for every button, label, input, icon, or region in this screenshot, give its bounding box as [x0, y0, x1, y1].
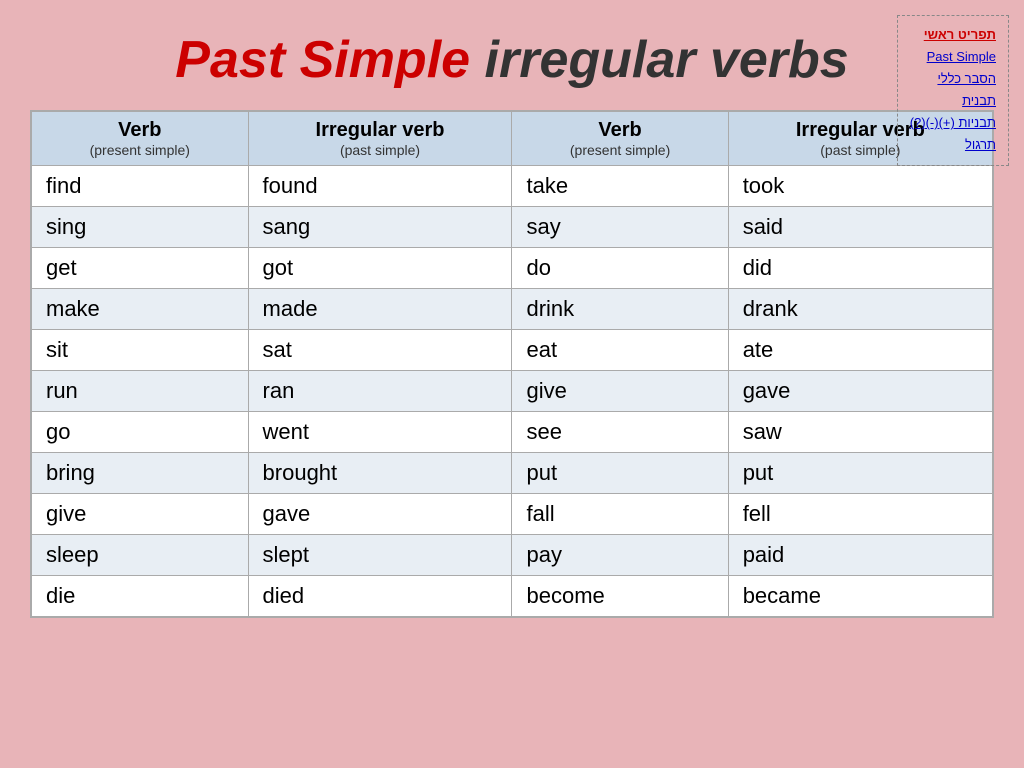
cell-5-2: give	[512, 371, 728, 412]
cell-5-0: run	[31, 371, 248, 412]
cell-1-0: sing	[31, 207, 248, 248]
cell-7-2: put	[512, 453, 728, 494]
col-header-2: Irregular verb (past simple)	[248, 111, 512, 166]
cell-3-2: drink	[512, 289, 728, 330]
cell-0-3: took	[728, 166, 993, 207]
cell-10-2: become	[512, 576, 728, 618]
cell-5-3: gave	[728, 371, 993, 412]
title-part2-text: irregular verbs	[485, 31, 849, 89]
cell-7-0: bring	[31, 453, 248, 494]
cell-9-2: pay	[512, 535, 728, 576]
cell-3-1: made	[248, 289, 512, 330]
cell-3-3: drank	[728, 289, 993, 330]
nav-item-pattern[interactable]: תבנית	[910, 90, 996, 112]
col-header-1: Verb (present simple)	[31, 111, 248, 166]
table-row: sitsateatate	[31, 330, 993, 371]
cell-3-0: make	[31, 289, 248, 330]
cell-6-0: go	[31, 412, 248, 453]
cell-2-0: get	[31, 248, 248, 289]
navigation-box: תפריט ראשי Past Simple הסבר כללי תבנית ת…	[897, 15, 1009, 166]
table-row: makemadedrinkdrank	[31, 289, 993, 330]
table-header-row: Verb (present simple) Irregular verb (pa…	[31, 111, 993, 166]
table-row: sleepsleptpaypaid	[31, 535, 993, 576]
cell-5-1: ran	[248, 371, 512, 412]
table-row: gowentseesaw	[31, 412, 993, 453]
table-row: runrangivegave	[31, 371, 993, 412]
cell-8-3: fell	[728, 494, 993, 535]
cell-4-2: eat	[512, 330, 728, 371]
cell-7-1: brought	[248, 453, 512, 494]
nav-item-explanation[interactable]: הסבר כללי	[910, 68, 996, 90]
page-container: תפריט ראשי Past Simple הסבר כללי תבנית ת…	[0, 0, 1024, 768]
cell-2-2: do	[512, 248, 728, 289]
nav-item-past-simple[interactable]: Past Simple	[910, 46, 996, 68]
table-row: givegavefallfell	[31, 494, 993, 535]
cell-0-2: take	[512, 166, 728, 207]
cell-8-1: gave	[248, 494, 512, 535]
cell-6-1: went	[248, 412, 512, 453]
cell-8-0: give	[31, 494, 248, 535]
cell-6-3: saw	[728, 412, 993, 453]
cell-8-2: fall	[512, 494, 728, 535]
cell-0-0: find	[31, 166, 248, 207]
cell-2-1: got	[248, 248, 512, 289]
cell-10-3: became	[728, 576, 993, 618]
verbs-table: Verb (present simple) Irregular verb (pa…	[30, 110, 994, 618]
cell-4-3: ate	[728, 330, 993, 371]
table-row: singsangsaysaid	[31, 207, 993, 248]
table-row: bringbroughtputput	[31, 453, 993, 494]
table-row: findfoundtaketook	[31, 166, 993, 207]
cell-7-3: put	[728, 453, 993, 494]
cell-4-0: sit	[31, 330, 248, 371]
cell-4-1: sat	[248, 330, 512, 371]
nav-item-patterns-all[interactable]: תבניות (+)(-)(?)	[910, 112, 996, 134]
cell-9-0: sleep	[31, 535, 248, 576]
cell-2-3: did	[728, 248, 993, 289]
nav-item-main[interactable]: תפריט ראשי	[924, 27, 996, 42]
cell-10-1: died	[248, 576, 512, 618]
cell-9-3: paid	[728, 535, 993, 576]
cell-0-1: found	[248, 166, 512, 207]
title-part1: Past Simple	[175, 31, 470, 89]
page-title: Past Simple irregular verbs	[30, 30, 994, 90]
nav-item-practice[interactable]: תרגול	[910, 134, 996, 156]
table-row: getgotdodid	[31, 248, 993, 289]
cell-1-3: said	[728, 207, 993, 248]
cell-6-2: see	[512, 412, 728, 453]
cell-10-0: die	[31, 576, 248, 618]
cell-9-1: slept	[248, 535, 512, 576]
cell-1-1: sang	[248, 207, 512, 248]
cell-1-2: say	[512, 207, 728, 248]
col-header-3: Verb (present simple)	[512, 111, 728, 166]
table-row: diediedbecomebecame	[31, 576, 993, 618]
